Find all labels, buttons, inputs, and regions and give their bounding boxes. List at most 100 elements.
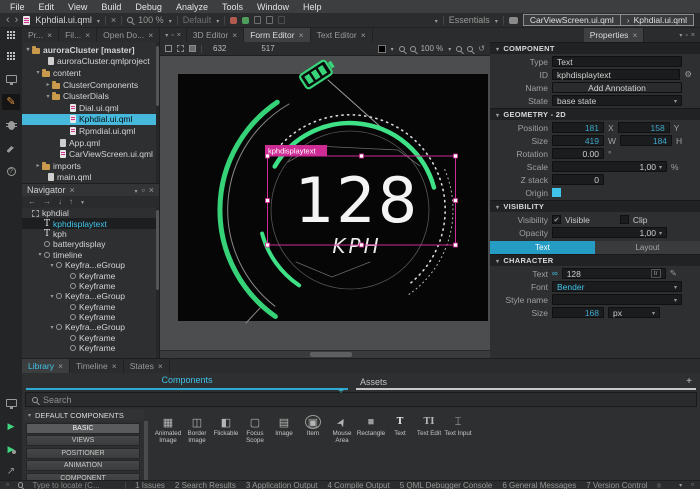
component-item[interactable]: Text Input: [444, 415, 472, 445]
scrollbar[interactable]: [156, 42, 159, 183]
navigator-item[interactable]: Keyframe: [22, 333, 159, 343]
id-field[interactable]: kphdisplaytext: [552, 69, 680, 80]
library-search[interactable]: Search: [25, 392, 697, 407]
text-value-field[interactable]: 128 tr: [562, 268, 666, 279]
navigator-item[interactable]: Keyframe: [22, 312, 159, 322]
chevron-down-icon[interactable]: [169, 16, 172, 25]
menu-item[interactable]: File: [3, 2, 32, 12]
navigator-item[interactable]: batterydisplay: [22, 239, 159, 249]
collapse-icon[interactable]: [28, 411, 31, 419]
bottom-tab[interactable]: Library: [22, 359, 70, 373]
projects-mode-icon[interactable]: [2, 140, 20, 156]
component-item[interactable]: Mouse Area: [328, 415, 356, 445]
detach-icon[interactable]: [171, 32, 173, 39]
output-pane-button[interactable]: 1 Issues: [135, 481, 165, 489]
style-selector[interactable]: Default: [183, 15, 212, 25]
close-icon[interactable]: [85, 31, 90, 40]
expander-icon[interactable]: ▾: [48, 324, 56, 331]
navigator-item[interactable]: Keyframe: [22, 270, 159, 280]
chevron-down-icon[interactable]: [652, 308, 655, 317]
zoom-out-icon[interactable]: [399, 46, 405, 52]
canvas-height-field[interactable]: 517: [255, 44, 280, 53]
collapse-icon[interactable]: [496, 203, 499, 211]
opacity-field[interactable]: 1,00: [552, 227, 667, 238]
output-pane-button[interactable]: 5 QML Debugger Console: [400, 481, 493, 489]
add-components-icon[interactable]: +: [338, 386, 344, 397]
close-document-icon[interactable]: [111, 16, 116, 25]
collapse-icon[interactable]: [496, 111, 499, 119]
category-pill[interactable]: POSITIONER: [26, 448, 140, 459]
menu-item[interactable]: Help: [296, 2, 329, 12]
expand-output-icon[interactable]: [2, 464, 20, 480]
speed-value-text[interactable]: 128: [295, 164, 419, 237]
menu-item[interactable]: Window: [250, 2, 296, 12]
category-pill[interactable]: VIEWS: [26, 435, 140, 446]
canvas-zoom-level[interactable]: 100 %: [421, 44, 444, 53]
chevron-down-icon[interactable]: [435, 16, 438, 25]
project-tree-item[interactable]: ▸ imports: [22, 160, 159, 172]
project-tree-item[interactable]: App.qml: [22, 137, 159, 149]
edit-text-icon[interactable]: [670, 269, 677, 278]
panel-tab[interactable]: Fil...: [59, 28, 97, 42]
tab-properties[interactable]: Properties: [584, 28, 645, 42]
help-mode-icon[interactable]: ?: [2, 163, 20, 179]
canvas-color-swatch[interactable]: [378, 45, 386, 53]
section-default-components[interactable]: DEFAULT COMPONENTS: [24, 409, 144, 421]
record-icon[interactable]: [242, 17, 249, 24]
horizontal-scrollbar[interactable]: [160, 350, 490, 358]
component-item[interactable]: Rectangle: [357, 415, 385, 445]
menu-item[interactable]: Analyze: [169, 2, 215, 12]
zoom-selection-icon[interactable]: [456, 46, 462, 52]
close-icon[interactable]: [232, 31, 237, 40]
detach-icon[interactable]: [685, 32, 687, 39]
copy-icon[interactable]: [254, 16, 261, 24]
close-icon[interactable]: [112, 362, 117, 371]
expander-icon[interactable]: ▾: [48, 293, 56, 300]
mode-grid-icon[interactable]: [0, 28, 22, 42]
menu-item[interactable]: Tools: [215, 2, 250, 12]
move-up-icon[interactable]: [69, 198, 73, 206]
gear-icon[interactable]: [684, 70, 692, 79]
stop-icon[interactable]: [230, 17, 237, 24]
collapse-icon[interactable]: [496, 45, 499, 53]
toggle-sidebar-icon[interactable]: [6, 481, 9, 489]
chevron-down-icon[interactable]: [165, 32, 168, 39]
component-item[interactable]: Border Image: [183, 415, 211, 445]
editor-tab[interactable]: Form Editor: [244, 28, 310, 42]
expander-icon[interactable]: ▾: [48, 262, 56, 269]
move-down-icon[interactable]: [58, 198, 62, 206]
expander-icon[interactable]: ▸: [34, 162, 42, 169]
design-mode-icon[interactable]: [2, 94, 20, 110]
close-icon[interactable]: [361, 31, 366, 40]
expander-icon[interactable]: ▾: [36, 251, 44, 258]
navigator-item[interactable]: ▾ Keyfra...eGroup: [22, 260, 159, 270]
z-stack-field[interactable]: 0: [552, 174, 604, 185]
bottom-tab[interactable]: Timeline: [70, 359, 124, 373]
component-item[interactable]: Animated Image: [154, 415, 182, 445]
close-icon[interactable]: [632, 31, 637, 40]
chevron-down-icon[interactable]: [674, 295, 677, 304]
navigator-item[interactable]: Keyframe: [22, 343, 159, 353]
output-pane-button[interactable]: 6 General Messages: [502, 481, 576, 489]
x-field[interactable]: 181: [552, 122, 604, 133]
project-tree-item[interactable]: auroraCluster.qmlproject: [22, 56, 159, 68]
y-field[interactable]: 158: [618, 122, 670, 133]
snippet-icon[interactable]: [278, 16, 285, 24]
editor-tab[interactable]: 3D Editor: [187, 28, 244, 42]
chevron-down-icon[interactable]: [674, 96, 677, 105]
add-annotation-button[interactable]: Add Annotation: [552, 82, 682, 93]
category-pill[interactable]: ANIMATION: [26, 460, 140, 471]
style-name-select[interactable]: [552, 294, 682, 305]
project-tree-item[interactable]: ▾ content: [22, 67, 159, 79]
editor-tab[interactable]: Text Editor: [311, 28, 373, 42]
panel-tab[interactable]: Open Do...: [97, 28, 160, 42]
binding-link-icon[interactable]: ∞: [552, 269, 558, 278]
debug-mode-icon[interactable]: [2, 117, 20, 133]
run-button[interactable]: [2, 418, 20, 434]
output-pane-button[interactable]: 7 Version Control: [586, 481, 647, 489]
kit-selector-icon[interactable]: [2, 395, 20, 411]
close-icon[interactable]: [70, 186, 75, 195]
snap-anchors-icon[interactable]: [177, 45, 184, 52]
visible-checkbox[interactable]: [552, 215, 561, 224]
canvas-width-field[interactable]: 632: [207, 44, 232, 53]
